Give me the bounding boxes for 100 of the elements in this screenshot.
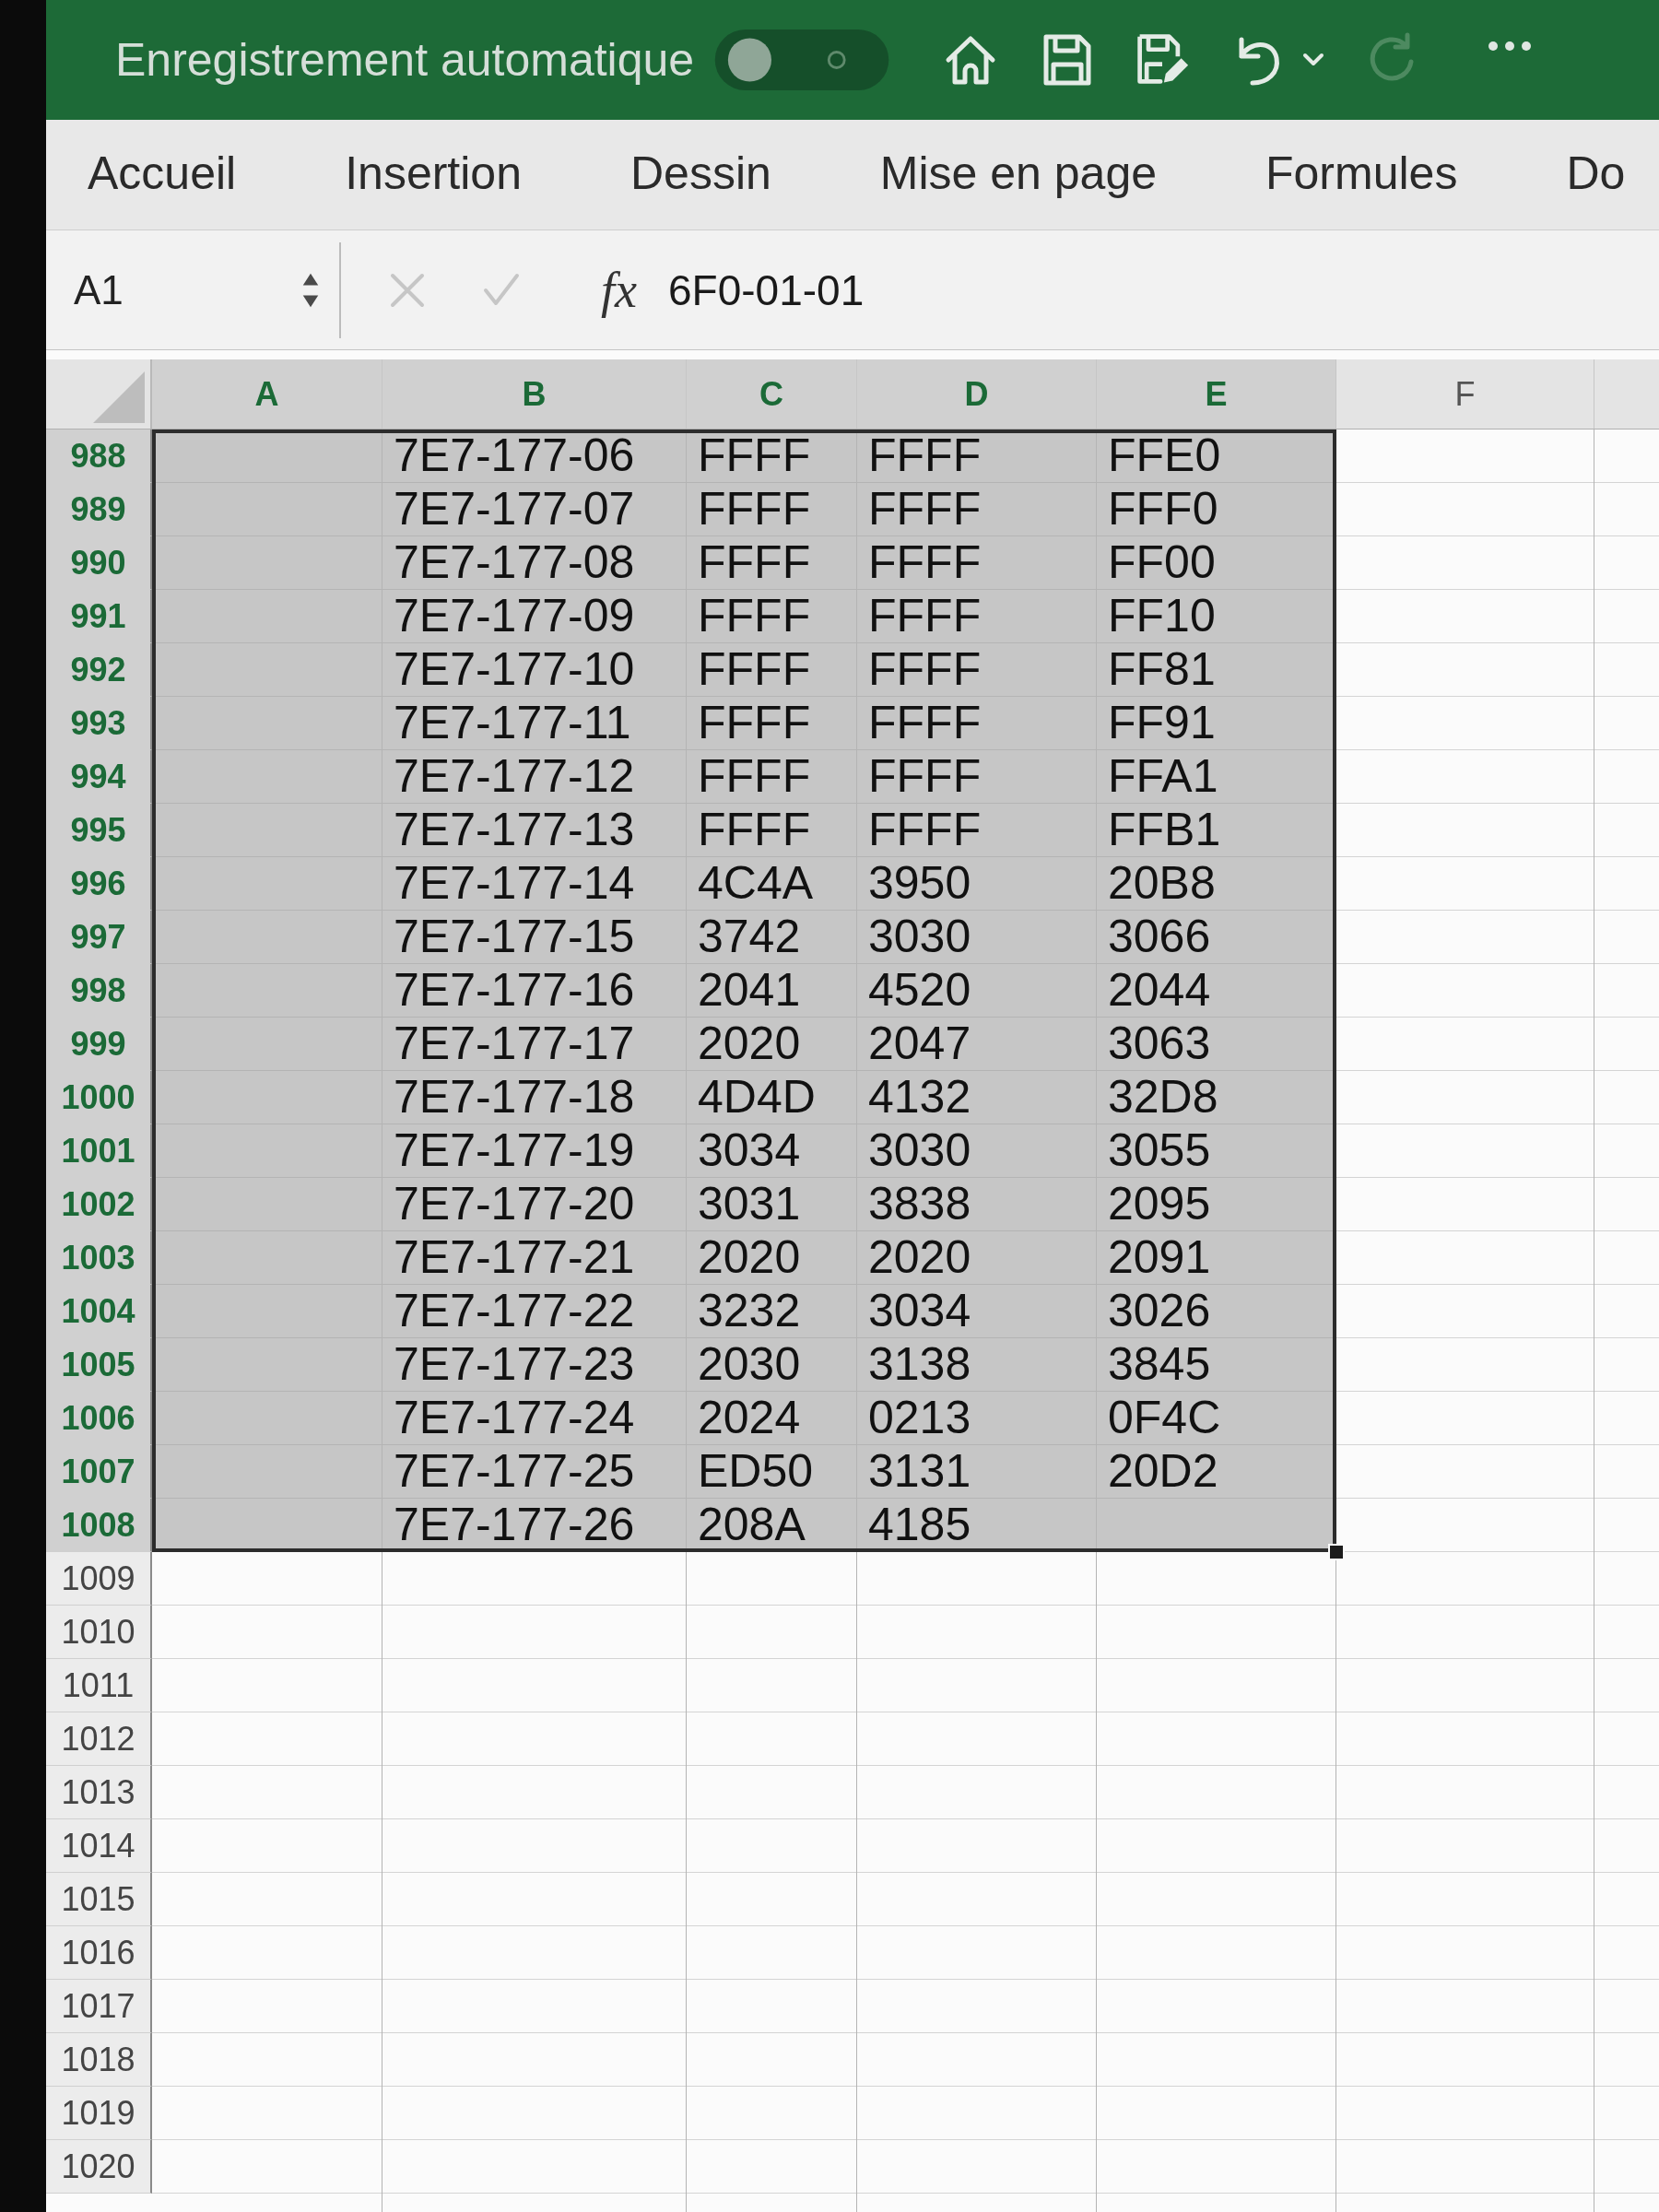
table-cell-text: 3026 (1107, 1285, 1212, 1338)
table-cell-text: 2047 (867, 1018, 972, 1071)
table-cell-text: 7E7-177-16 (393, 964, 636, 1018)
table-cell-text: 20B8 (1107, 857, 1217, 911)
table-cell-text: FFFF (697, 697, 812, 750)
table-cell-text: FF10 (1107, 590, 1217, 643)
table-cell-text: 7E7-177-10 (393, 643, 636, 697)
table-cell-text: 7E7-177-09 (393, 590, 636, 643)
table-cell-text: FFFF (867, 536, 982, 590)
row-header[interactable]: 993 (46, 697, 152, 750)
row-header[interactable]: 1016 (46, 1926, 152, 1980)
row-header[interactable]: 995 (46, 804, 152, 857)
more-icon[interactable] (1487, 40, 1534, 53)
row-header[interactable]: 994 (46, 750, 152, 804)
row-header[interactable]: 988 (46, 429, 152, 483)
table-cell-text: 7E7-177-25 (393, 1445, 636, 1499)
table-cell-text: 3845 (1107, 1338, 1212, 1392)
table-cell-text: 7E7-177-23 (393, 1338, 636, 1392)
ribbon-tab[interactable]: Accueil (65, 135, 259, 214)
table-cell-text: 2020 (867, 1231, 972, 1285)
row-header[interactable]: 1014 (46, 1819, 152, 1873)
table-cell-text: 3838 (867, 1178, 972, 1231)
row-header[interactable]: 992 (46, 643, 152, 697)
table-cell-text: FFFF (697, 643, 812, 697)
table-cell-text: 4C4A (697, 857, 815, 911)
table-cell-text: FFFF (867, 804, 982, 857)
table-cell-text: 7E7-177-06 (393, 429, 636, 483)
table-cell-text: FF00 (1107, 536, 1217, 590)
table-cell-text: 20D2 (1107, 1445, 1219, 1499)
column-header[interactable]: F (1336, 359, 1594, 429)
table-cell-text: FFB1 (1107, 804, 1222, 857)
table-cell-text: 2020 (697, 1018, 802, 1071)
row-header[interactable]: 1004 (46, 1285, 152, 1338)
column-header[interactable]: E (1097, 359, 1336, 429)
ribbon-tab[interactable]: Mise en page (857, 135, 1179, 214)
table-cell-text: 7E7-177-20 (393, 1178, 636, 1231)
table-cell-text: FFF0 (1107, 483, 1219, 536)
table-cell-text: FFFF (867, 643, 982, 697)
row-header[interactable]: 1007 (46, 1445, 152, 1499)
table-cell-text: 3034 (697, 1124, 802, 1178)
formula-field[interactable]: 6F0-01-01 (637, 241, 1659, 338)
table-cell-text: FFFF (697, 804, 812, 857)
row-header[interactable]: 1003 (46, 1231, 152, 1285)
row-header[interactable]: 1012 (46, 1712, 152, 1766)
row-header[interactable]: 1009 (46, 1552, 152, 1606)
row-header[interactable]: 1008 (46, 1499, 152, 1552)
fill-handle[interactable] (1328, 1544, 1345, 1560)
ribbon-tab[interactable]: Formules (1243, 135, 1480, 214)
row-header[interactable]: 1015 (46, 1873, 152, 1926)
row-header[interactable]: 991 (46, 590, 152, 643)
autosave-label: Enregistrement automatique (115, 33, 695, 87)
table-cell-text: FFFF (867, 750, 982, 804)
table-cell-text: 3950 (867, 857, 972, 911)
column-header[interactable]: D (857, 359, 1097, 429)
row-header[interactable]: 1010 (46, 1606, 152, 1659)
ribbon-tab[interactable]: Do (1544, 135, 1648, 214)
table-cell-text: FFFF (697, 429, 812, 483)
row-header[interactable]: 1005 (46, 1338, 152, 1392)
row-header[interactable]: 1002 (46, 1178, 152, 1231)
row-header[interactable]: 997 (46, 911, 152, 964)
table-cell-text: 7E7-177-11 (393, 697, 632, 750)
table-cell-text: 3232 (697, 1285, 802, 1338)
row-header[interactable]: 1020 (46, 2140, 152, 2194)
row-header[interactable]: 996 (46, 857, 152, 911)
caret-icon[interactable] (1302, 52, 1325, 68)
row-header[interactable]: 989 (46, 483, 152, 536)
table-cell-text: 0213 (867, 1392, 972, 1445)
row-header[interactable]: 1001 (46, 1124, 152, 1178)
table-cell-text: 7E7-177-08 (393, 536, 636, 590)
row-header[interactable]: 998 (46, 964, 152, 1018)
row-header[interactable]: 1006 (46, 1392, 152, 1445)
row-header[interactable]: 999 (46, 1018, 152, 1071)
row-header[interactable]: 1017 (46, 1980, 152, 2033)
table-cell-text: 3131 (867, 1445, 972, 1499)
name-box[interactable]: A1 (46, 241, 341, 338)
table-cell-text: 4132 (867, 1071, 972, 1124)
table-cell-text: 3063 (1107, 1018, 1212, 1071)
ribbon-tab[interactable]: Insertion (323, 135, 544, 214)
table-cell-text: FFFF (697, 590, 812, 643)
row-header[interactable]: 1000 (46, 1071, 152, 1124)
table-cell-text: FFFF (867, 483, 982, 536)
row-header[interactable]: 990 (46, 536, 152, 590)
table-cell-text: 2030 (697, 1338, 802, 1392)
insert-function-button[interactable]: fx (601, 261, 637, 319)
table-cell-text: 7E7-177-15 (393, 911, 636, 964)
row-header[interactable]: 1018 (46, 2033, 152, 2087)
table-cell-text: FFFF (697, 750, 812, 804)
table-cell-text: 2041 (697, 964, 802, 1018)
table-cell-text: 7E7-177-24 (393, 1392, 636, 1445)
row-header[interactable]: 1013 (46, 1766, 152, 1819)
table-cell-text: FF91 (1107, 697, 1217, 750)
column-header[interactable]: B (382, 359, 687, 429)
table-cell-text: FFFF (867, 429, 982, 483)
ribbon-tab[interactable]: Dessin (607, 135, 794, 214)
row-header[interactable]: 1011 (46, 1659, 152, 1712)
table-cell-text: 32D8 (1107, 1071, 1219, 1124)
column-header[interactable]: C (687, 359, 857, 429)
row-header[interactable]: 1019 (46, 2087, 152, 2140)
column-header[interactable]: A (152, 359, 382, 429)
table-cell-text: 3030 (867, 911, 972, 964)
